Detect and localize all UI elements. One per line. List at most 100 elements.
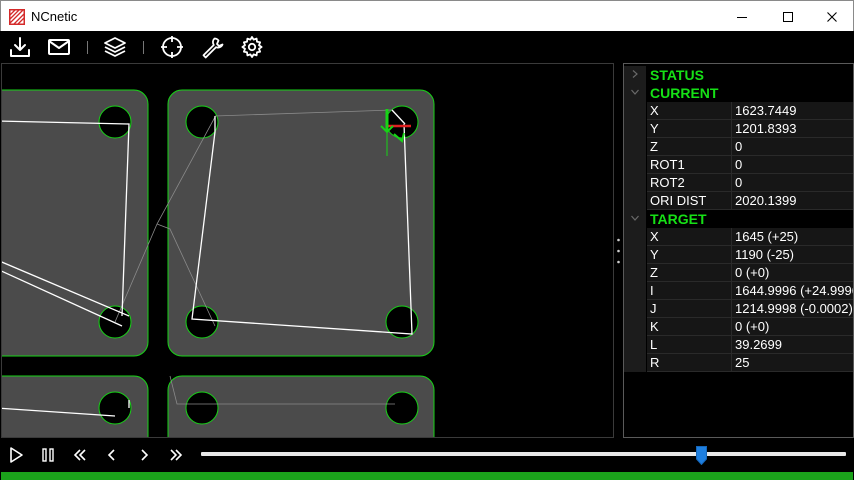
property-row[interactable]: X 1645 (+25) <box>624 228 853 246</box>
toolbar <box>1 31 853 63</box>
property-row[interactable]: Z0 (+0) <box>624 264 853 282</box>
row-gutter <box>624 354 646 372</box>
property-value: 39.2699 <box>732 336 853 354</box>
fast-forward-button[interactable] <box>163 442 189 468</box>
layers-icon <box>104 37 126 57</box>
property-row[interactable]: X 1623.7449 <box>624 102 853 120</box>
toolbar-separator <box>143 41 144 54</box>
property-value: 2020.1399 <box>732 192 853 210</box>
crosshair-icon <box>161 36 183 58</box>
property-row[interactable]: Z0 <box>624 138 853 156</box>
property-row[interactable]: ORI DIST 2020.1399 <box>624 192 853 210</box>
row-gutter <box>624 228 646 246</box>
property-value: 1644.9996 (+24.9996) <box>732 282 853 300</box>
property-value: 1623.7449 <box>732 102 853 120</box>
close-button[interactable] <box>809 1 854 32</box>
property-value: 0 (+0) <box>732 264 853 282</box>
property-row[interactable]: Y 1190 (-25) <box>624 246 853 264</box>
property-key: X <box>647 102 732 120</box>
panel-splitter[interactable] <box>614 63 623 438</box>
wrench-button[interactable] <box>198 34 226 60</box>
step-back-icon <box>107 449 115 461</box>
wrench-icon <box>202 37 224 59</box>
property-value: 1201.8393 <box>732 120 853 138</box>
property-key: ORI DIST <box>647 192 732 210</box>
mail-button[interactable] <box>45 34 73 60</box>
property-row[interactable]: L 39.2699 <box>624 336 853 354</box>
maximize-icon <box>783 11 793 22</box>
status-bar <box>1 472 853 480</box>
section-target[interactable]: TARGET <box>624 210 853 228</box>
property-row[interactable]: J 1214.9998 (-0.0002) <box>624 300 853 318</box>
play-button[interactable] <box>3 442 29 468</box>
property-row[interactable]: I 1644.9996 (+24.9996) <box>624 282 853 300</box>
row-gutter <box>624 120 646 138</box>
maximize-button[interactable] <box>765 1 811 32</box>
crosshair-button[interactable] <box>158 34 186 60</box>
properties-panel: STATUS CURRENT X 1623.7449 Y 1201.8393 Z 0 ROT… <box>623 63 854 438</box>
property-value: 0 <box>732 174 853 192</box>
property-value: 1645 (+25) <box>732 228 853 246</box>
hole <box>98 105 132 139</box>
row-gutter <box>624 102 646 120</box>
step-back-button[interactable] <box>99 442 125 468</box>
toolpath-drawing <box>2 89 435 437</box>
minimize-button[interactable] <box>719 1 765 32</box>
property-row[interactable]: ROT2 0 <box>624 174 853 192</box>
row-gutter <box>624 246 646 264</box>
title-bar[interactable]: NCnetic <box>0 0 854 31</box>
hole <box>98 391 132 425</box>
pause-button[interactable] <box>35 442 61 468</box>
chevron-down-icon[interactable] <box>630 87 640 97</box>
layers-button[interactable] <box>101 34 129 60</box>
slider-thumb[interactable] <box>696 446 707 465</box>
chevron-right-icon[interactable] <box>630 69 640 79</box>
settings-button[interactable] <box>238 34 266 60</box>
hole <box>185 105 219 139</box>
property-key: Y <box>647 120 732 138</box>
app-window: NCnetic STATUS CURRENT X 1623.7449 Y 120… <box>0 0 854 480</box>
rewind-icon <box>73 449 86 461</box>
toolpath-viewport[interactable] <box>1 63 614 438</box>
property-value: 0 <box>732 156 853 174</box>
property-row[interactable]: Y 1201.8393 <box>624 120 853 138</box>
property-key: J <box>647 300 732 318</box>
section-label: TARGET <box>647 210 853 228</box>
property-row[interactable]: ROT1 0 <box>624 156 853 174</box>
property-key: ROT1 <box>647 156 732 174</box>
section-label: STATUS <box>647 66 853 84</box>
gear-icon <box>241 36 263 58</box>
hole <box>385 391 419 425</box>
property-key: R <box>647 354 732 372</box>
property-value: 0 (+0) <box>732 318 853 336</box>
section-current[interactable]: CURRENT <box>624 84 853 102</box>
download-button[interactable] <box>6 34 34 60</box>
hole <box>185 391 219 425</box>
hole <box>385 105 419 139</box>
property-key: Y <box>647 246 732 264</box>
row-gutter <box>624 174 646 192</box>
rewind-button[interactable] <box>67 442 93 468</box>
timeline-slider[interactable] <box>201 444 846 466</box>
property-key: L <box>647 336 732 354</box>
section-status[interactable]: STATUS <box>624 66 853 84</box>
drag-handle-icon <box>617 238 620 264</box>
step-forward-button[interactable] <box>131 442 157 468</box>
close-icon <box>827 11 837 22</box>
play-icon <box>10 447 23 463</box>
row-gutter <box>624 336 646 354</box>
property-key: Z <box>647 264 732 282</box>
row-gutter <box>624 318 646 336</box>
property-key: X <box>647 228 732 246</box>
row-gutter <box>624 264 646 282</box>
property-row[interactable]: R 25 <box>624 354 853 372</box>
row-gutter <box>624 192 646 210</box>
property-value: 0 <box>732 138 853 156</box>
chevron-down-icon[interactable] <box>630 213 640 223</box>
property-row[interactable]: K0 (+0) <box>624 318 853 336</box>
window-title: NCnetic <box>31 9 78 24</box>
row-gutter <box>624 282 646 300</box>
minimize-icon <box>737 16 747 18</box>
property-key: I <box>647 282 732 300</box>
slider-track[interactable] <box>201 452 846 456</box>
